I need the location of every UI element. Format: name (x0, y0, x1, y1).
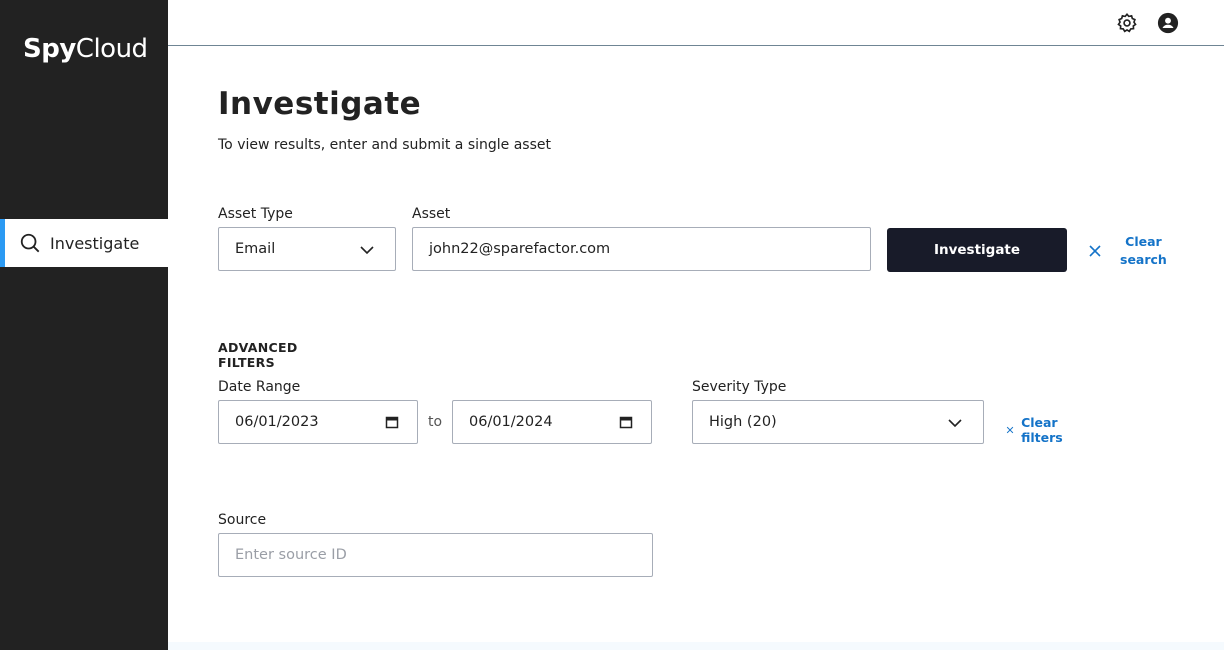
spycloud-logo[interactable]: SpyCloud (23, 34, 148, 64)
source-input[interactable]: Enter source ID (218, 533, 653, 577)
asset-input[interactable]: john22@sparefactor.com (412, 227, 871, 271)
date-range-separator: to (428, 414, 443, 430)
logo-light-text: Cloud (75, 34, 148, 64)
asset-type-select[interactable]: Email (218, 227, 396, 271)
source-placeholder: Enter source ID (235, 547, 347, 563)
results-area-edge (168, 642, 1224, 650)
asset-type-label: Asset Type (218, 206, 293, 222)
logo-bold-text: Spy (23, 34, 76, 64)
chevron-down-icon (948, 419, 962, 428)
advanced-filters-heading: ADVANCED FILTERS (218, 340, 298, 370)
calendar-icon[interactable] (385, 415, 399, 429)
clear-search-line2: search (1120, 252, 1167, 267)
clear-search-button[interactable]: Clear search (1088, 233, 1167, 269)
clear-search-line1: Clear (1125, 234, 1162, 249)
page-title: Investigate (218, 86, 422, 122)
date-from-value: 06/01/2023 (235, 414, 319, 430)
gear-icon[interactable] (1116, 12, 1138, 34)
date-to-input[interactable]: 06/01/2024 (452, 400, 652, 444)
clear-filters-button[interactable]: Clear filters (1006, 415, 1069, 445)
date-from-input[interactable]: 06/01/2023 (218, 400, 418, 444)
calendar-icon[interactable] (619, 415, 633, 429)
investigate-button[interactable]: Investigate (887, 228, 1067, 272)
top-bar (168, 0, 1224, 46)
severity-type-value: High (20) (709, 414, 777, 430)
close-icon (1006, 426, 1014, 434)
close-icon (1089, 245, 1101, 257)
sidebar-item-label: Investigate (50, 233, 140, 253)
asset-type-value: Email (235, 241, 276, 257)
search-icon (20, 233, 40, 253)
user-avatar-icon[interactable] (1157, 12, 1179, 34)
asset-label: Asset (412, 206, 451, 222)
clear-filters-label: Clear filters (1021, 415, 1063, 445)
severity-type-select[interactable]: High (20) (692, 400, 984, 444)
asset-input-value: john22@sparefactor.com (429, 241, 611, 257)
date-range-label: Date Range (218, 379, 301, 395)
page-subtitle: To view results, enter and submit a sing… (218, 137, 551, 153)
sidebar: SpyCloud Investigate (0, 0, 168, 650)
clear-search-label: Clear search (1120, 233, 1167, 269)
chevron-down-icon (360, 246, 374, 255)
severity-type-label: Severity Type (692, 379, 787, 395)
date-to-value: 06/01/2024 (469, 414, 553, 430)
source-label: Source (218, 512, 267, 528)
sidebar-item-investigate[interactable]: Investigate (0, 219, 168, 267)
